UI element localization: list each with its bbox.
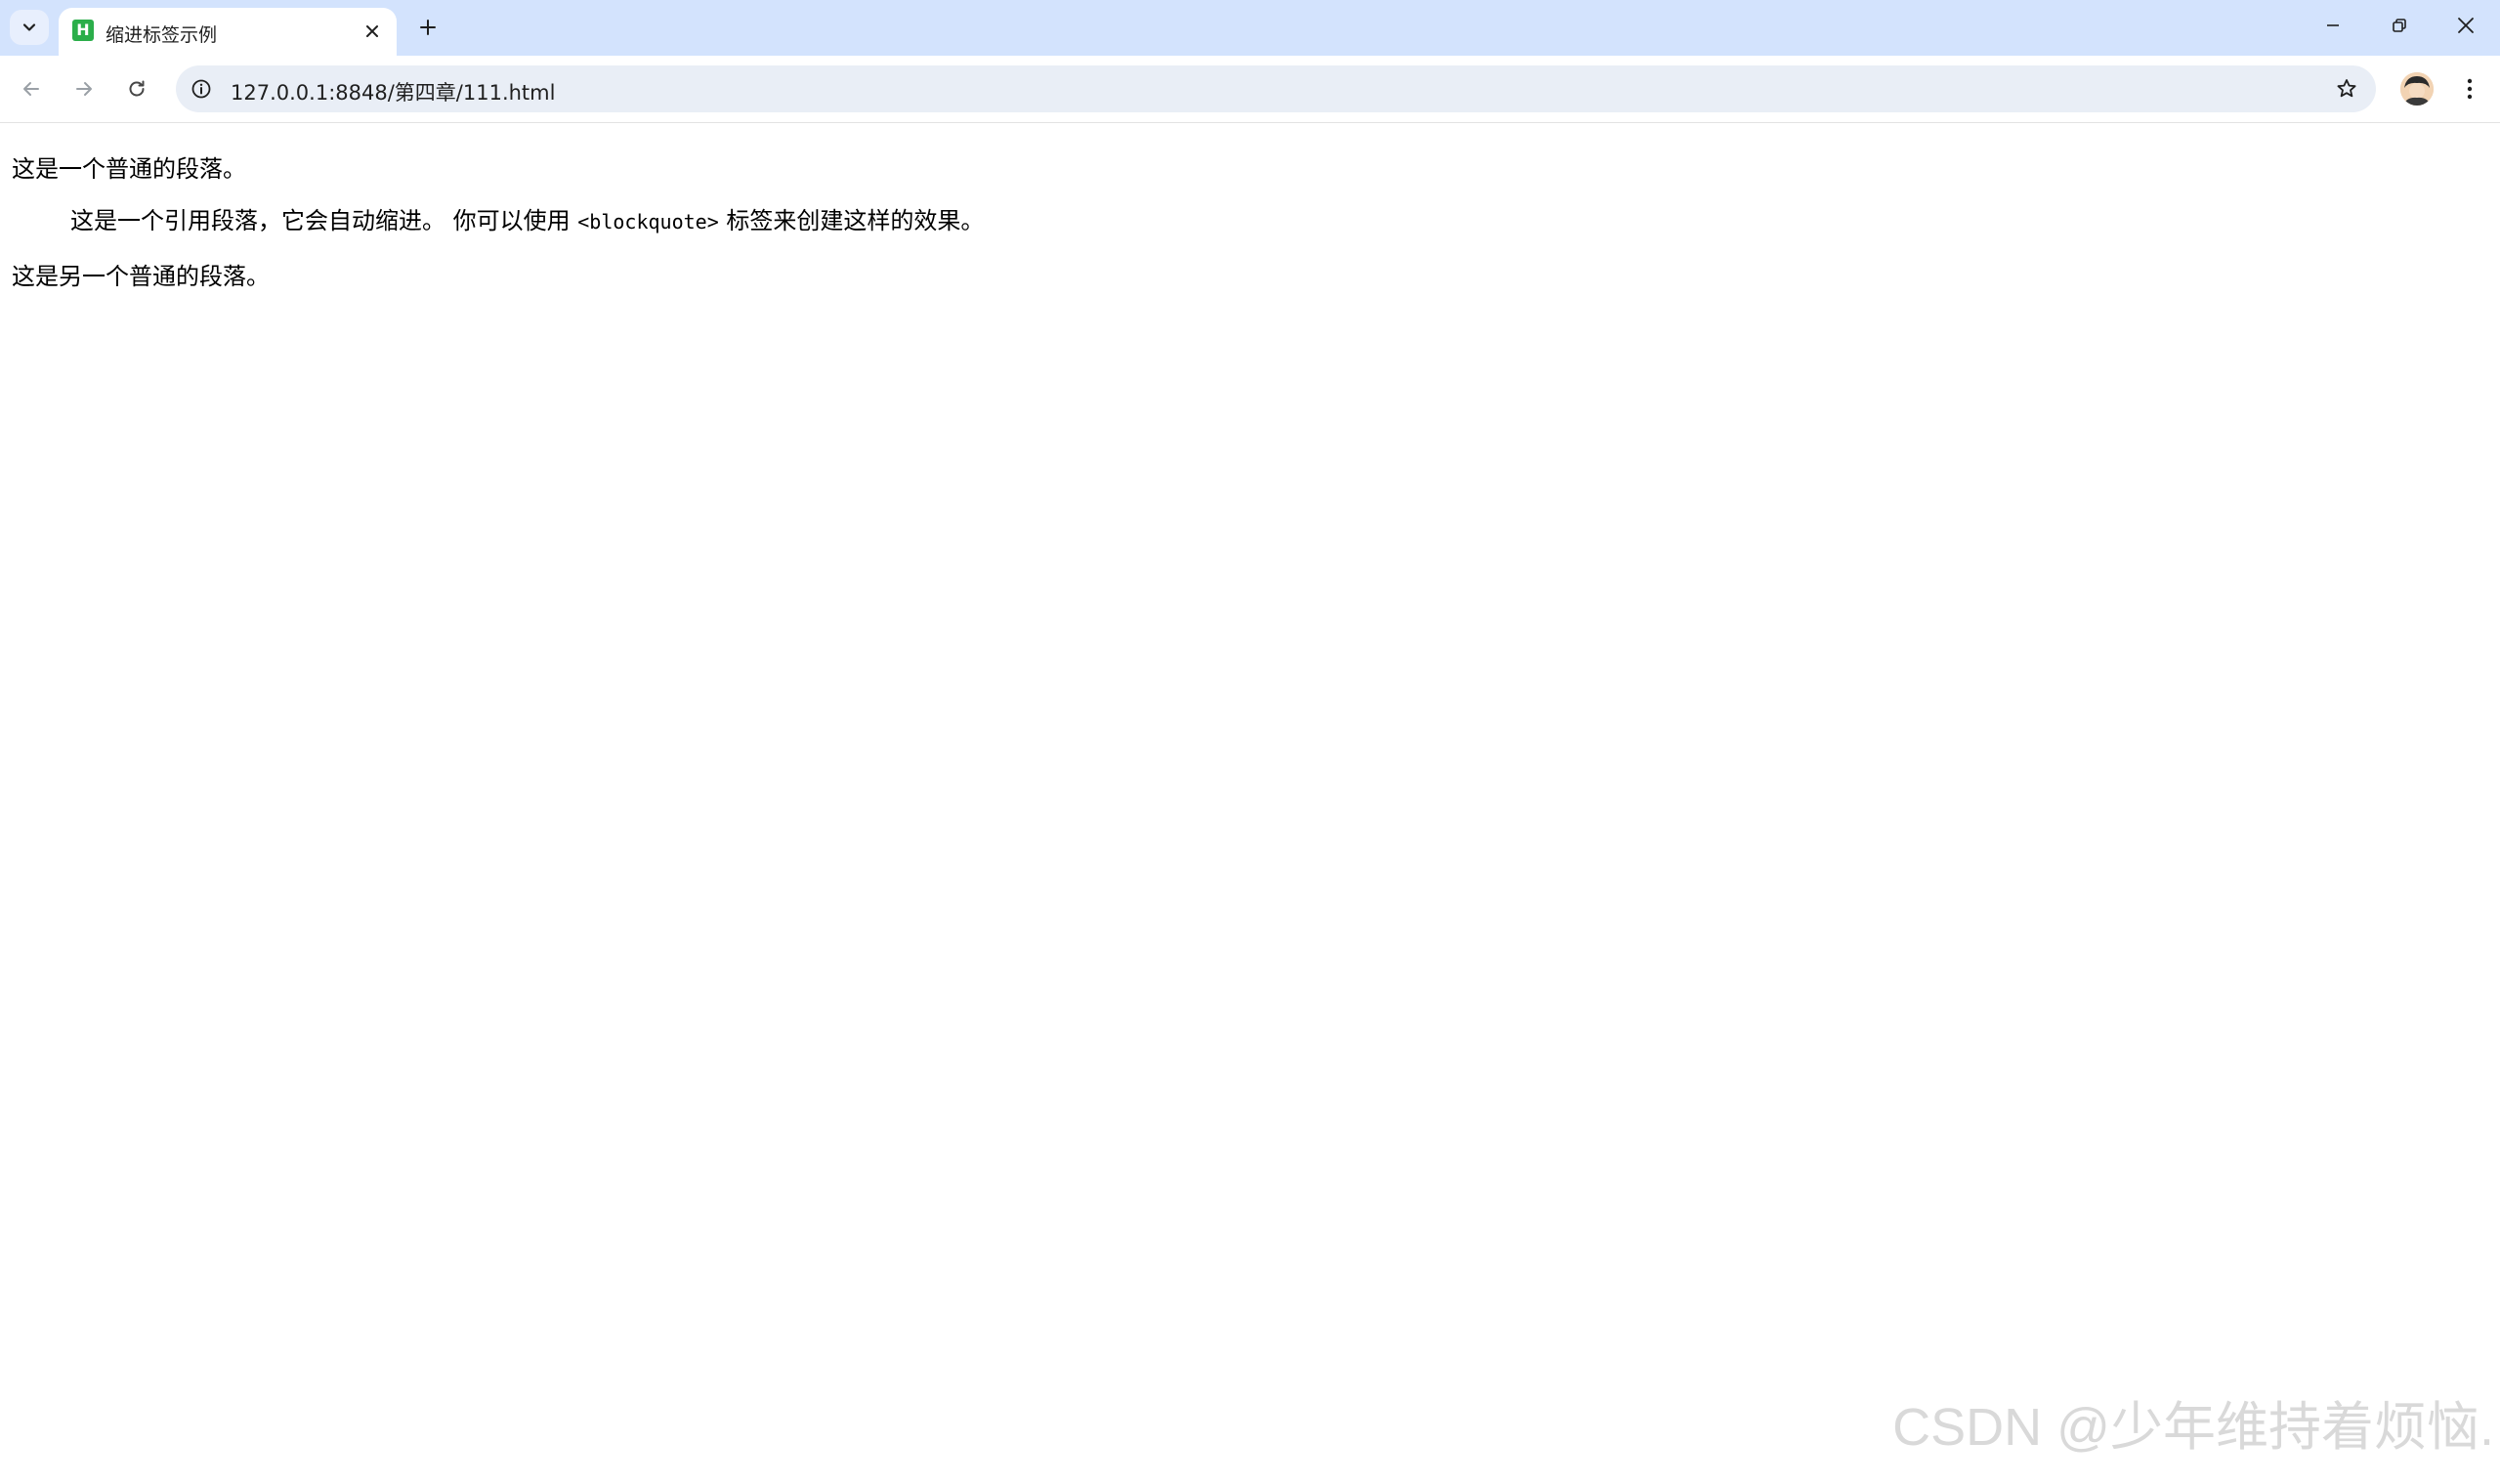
address-bar[interactable]: 127.0.0.1:8848/第四章/111.html <box>176 65 2376 112</box>
more-vert-icon <box>2466 77 2474 101</box>
page-content: 这是一个普通的段落。 这是一个引用段落，它会自动缩进。 你可以使用 <block… <box>0 123 2500 1484</box>
close-icon <box>2457 17 2475 34</box>
browser-toolbar: 127.0.0.1:8848/第四章/111.html <box>0 56 2500 123</box>
browser-menu-button[interactable] <box>2452 69 2487 108</box>
arrow-left-icon <box>21 78 42 100</box>
tab-close-button[interactable] <box>360 19 385 44</box>
chevron-down-icon <box>21 19 38 36</box>
browser-window: H 缩进标签示例 127.0.0.1:8848/第四章/111.html 这是一… <box>0 0 2500 1484</box>
blockquote-text-before: 这是一个引用段落，它会自动缩进。 你可以使用 <box>70 207 578 234</box>
close-window-button[interactable] <box>2433 0 2499 51</box>
site-info-button[interactable] <box>190 77 213 101</box>
tab-strip: H 缩进标签示例 <box>0 0 2500 56</box>
back-button[interactable] <box>12 69 51 108</box>
arrow-right-icon <box>73 78 95 100</box>
paragraph-1: 这是一个普通的段落。 <box>12 155 246 183</box>
reload-icon <box>126 78 148 100</box>
paragraph-2: 这是另一个普通的段落。 <box>12 263 270 290</box>
blockquote-text-after: 标签来创建这样的效果。 <box>718 207 985 234</box>
tab-title: 缩进标签示例 <box>106 24 218 46</box>
star-icon <box>2335 77 2358 101</box>
close-icon <box>365 24 379 38</box>
csdn-watermark: CSDN @少年维持着烦恼. <box>1892 1398 2494 1457</box>
bookmark-button[interactable] <box>2333 75 2360 103</box>
url-text[interactable]: 127.0.0.1:8848/第四章/111.html <box>231 77 555 106</box>
restore-button[interactable] <box>2366 0 2433 51</box>
plus-icon <box>418 18 438 37</box>
blockquote: 这是一个引用段落，它会自动缩进。 你可以使用 <blockquote> 标签来创… <box>70 201 984 235</box>
reload-button[interactable] <box>117 69 156 108</box>
hbuilder-favicon-icon: H <box>72 20 94 41</box>
tab-search-button[interactable] <box>10 10 49 45</box>
minimize-button[interactable] <box>2300 0 2366 51</box>
info-icon <box>191 78 212 100</box>
tab-active[interactable]: H 缩进标签示例 <box>59 8 397 56</box>
new-tab-button[interactable] <box>408 10 447 45</box>
restore-icon <box>2392 18 2407 33</box>
forward-button[interactable] <box>64 69 104 108</box>
profile-avatar[interactable] <box>2400 72 2434 106</box>
blockquote-code: <blockquote> <box>577 210 719 233</box>
minimize-icon <box>2325 18 2341 33</box>
